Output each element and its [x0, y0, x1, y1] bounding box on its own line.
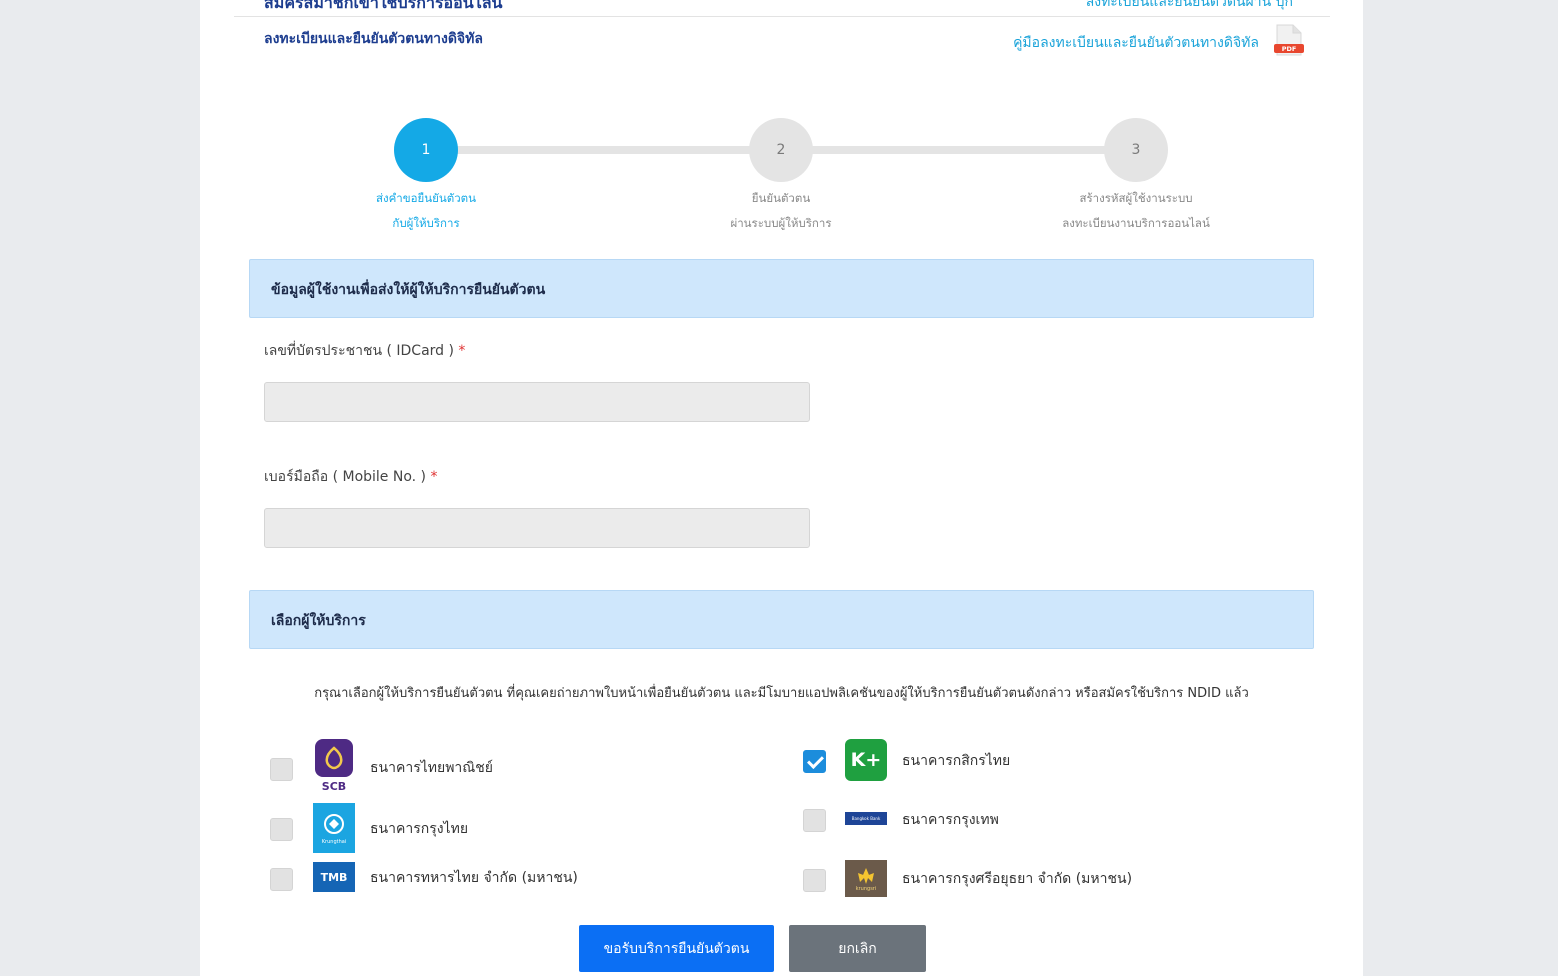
provider-checkbox[interactable] [270, 758, 293, 781]
svg-text:SCB: SCB [322, 780, 346, 793]
page-title: สมัครสมาชิกเข้าใช้บริการออนไลน์ [264, 0, 503, 12]
provider-checkbox[interactable] [803, 750, 826, 773]
step-3-circle: 3 [1104, 118, 1168, 182]
mobile-label: เบอร์มือถือ ( Mobile No. ) * [264, 469, 438, 485]
step-connector [781, 146, 1136, 154]
user-info-section-header: ข้อมูลผู้ใช้งานเพื่อส่งให้ผู้ให้บริการยื… [249, 259, 1314, 318]
provider-name: ธนาคารทหารไทย จำกัด (มหาชน) [370, 870, 578, 886]
tmb-logo-icon: TMB [313, 862, 355, 892]
divider [234, 16, 1330, 17]
id-card-input[interactable] [264, 382, 810, 422]
provider-checkbox[interactable] [270, 818, 293, 841]
provider-section-header: เลือกผู้ให้บริการ [249, 590, 1314, 649]
provider-checkbox[interactable] [803, 809, 826, 832]
provider-name: ธนาคารกสิกรไทย [902, 753, 1011, 769]
step-1-label: ส่งคำขอยืนยันตัวตน กับผู้ให้บริการ [375, 191, 476, 230]
step-1-circle: 1 [394, 118, 458, 182]
step-3-label: สร้างรหัสผู้ใช้งานระบบ ลงทะเบียนงานบริการ… [1062, 191, 1210, 230]
section-subtitle: ลงทะเบียนและยืนยันตัวตนทางดิจิทัล [264, 31, 483, 47]
manual-link[interactable]: คู่มือลงทะเบียนและยืนยันตัวตนทางดิจิทัล [1013, 32, 1259, 54]
id-card-label: เลขที่บัตรประชาชน ( IDCard ) * [264, 343, 466, 359]
provider-name: ธนาคารกรุงเทพ [902, 812, 999, 828]
scb-logo-icon: SCB [313, 739, 355, 793]
provider-name: ธนาคารกรุงศรีอยุธยา จำกัด (มหาชน) [902, 871, 1133, 887]
provider-instruction: กรุณาเลือกผู้ให้บริการยืนยันตัวตน ที่คุณ… [314, 686, 1249, 701]
request-verification-button[interactable]: ขอรับบริการยืนยันตัวตน [579, 925, 774, 972]
pdf-icon[interactable]: PDF [1273, 24, 1305, 58]
provider-checkbox[interactable] [803, 869, 826, 892]
provider-name: ธนาคารกรุงไทย [370, 821, 469, 837]
step-connector [426, 146, 781, 154]
registration-card: สมัครสมาชิกเข้าใช้บริการออนไลน์ ลงทะเบีย… [200, 0, 1363, 976]
krungsri-logo-icon: krungsri [845, 860, 887, 897]
svg-text:PDF: PDF [1282, 45, 1297, 53]
provider-checkbox[interactable] [270, 868, 293, 891]
cancel-button[interactable]: ยกเลิก [789, 925, 926, 972]
krungthai-logo-icon: Krungthai [313, 803, 355, 853]
bangkok-bank-logo-icon: Bangkok Bank [845, 812, 887, 825]
top-link[interactable]: ลงทะเบียนและยืนยันตัวตนผ่าน บุ๊ก [1086, 0, 1293, 13]
provider-name: ธนาคารไทยพาณิชย์ [370, 760, 493, 776]
step-2-circle: 2 [749, 118, 813, 182]
mobile-input[interactable] [264, 508, 810, 548]
step-2-label: ยืนยันตัวตน ผ่านระบบผู้ให้บริการ [730, 191, 832, 230]
kbank-logo-icon: K+ [845, 739, 887, 781]
